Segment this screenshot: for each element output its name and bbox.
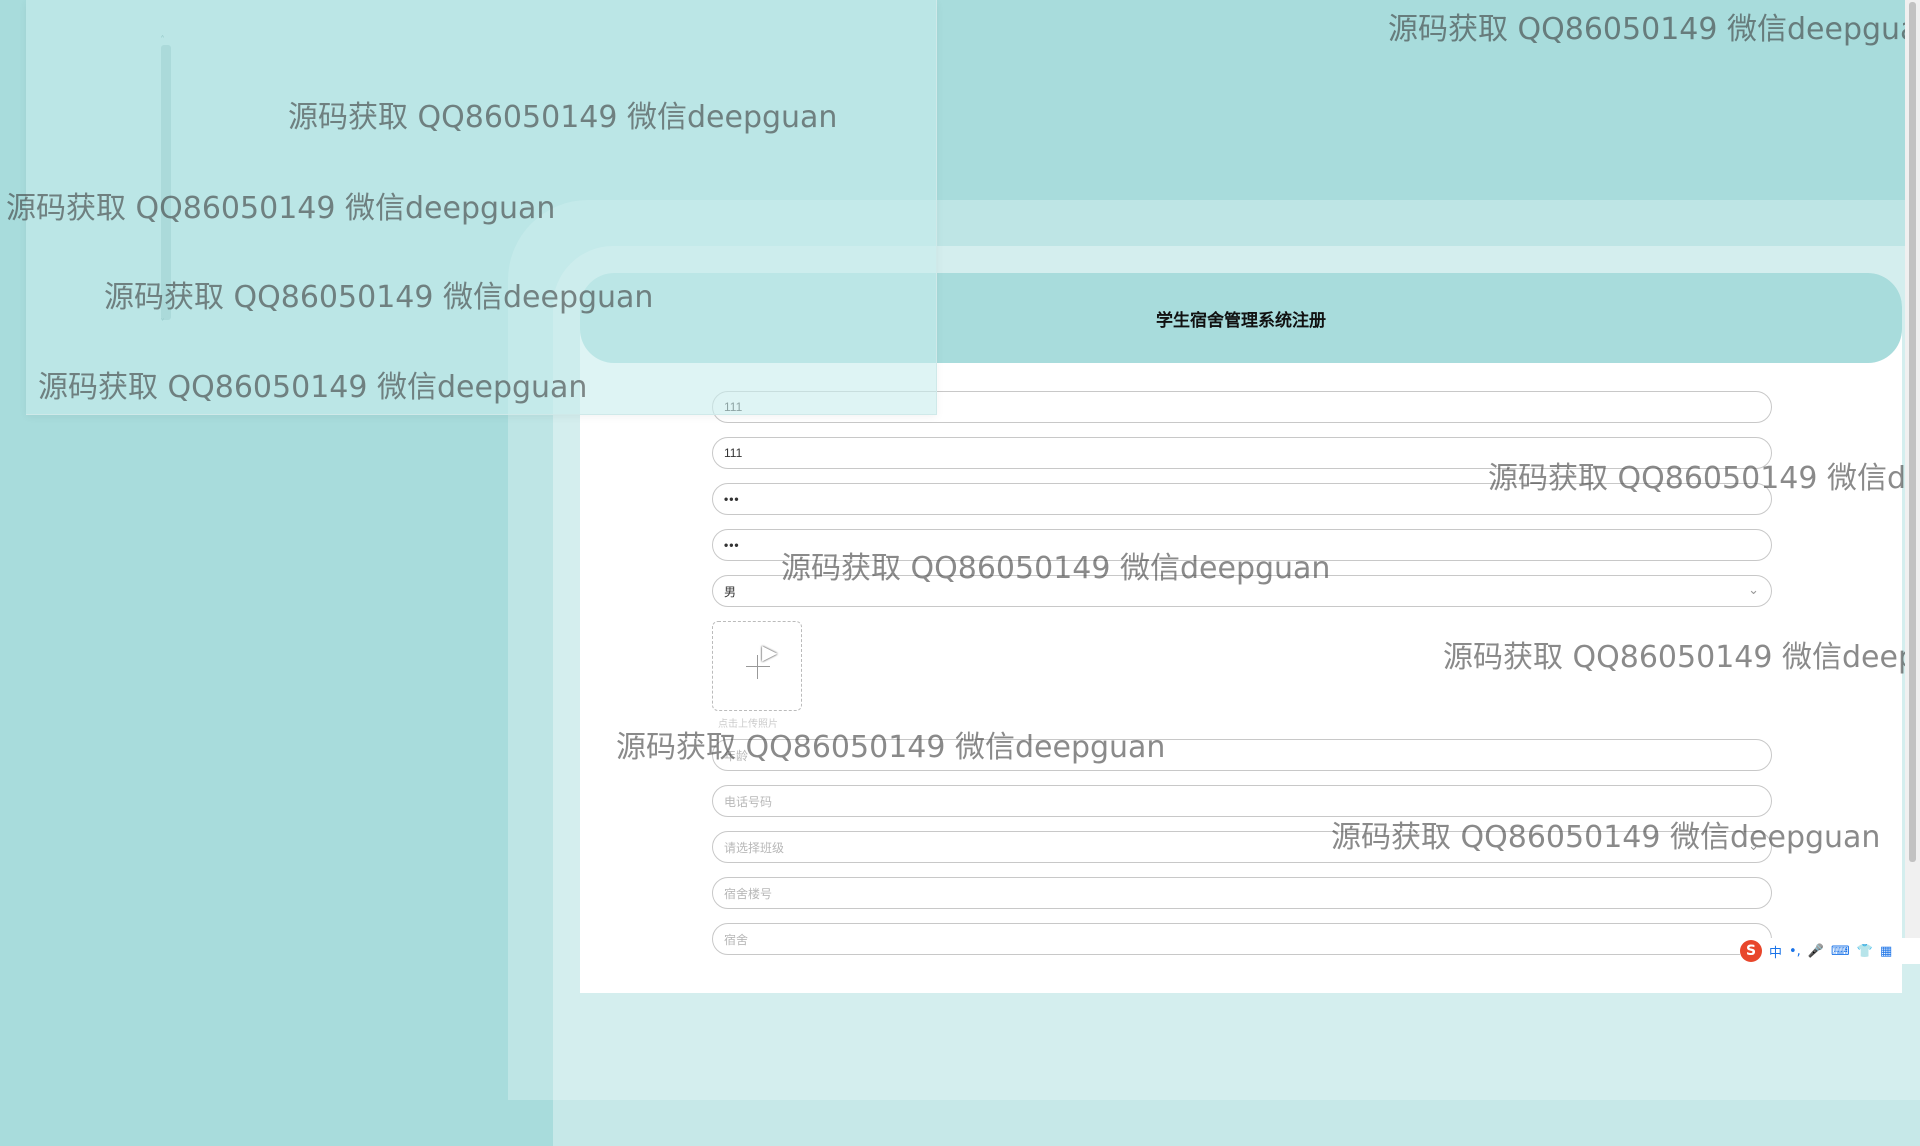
- page-scrollbar-thumb[interactable]: [1909, 2, 1916, 862]
- form-title: 学生宿舍管理系统注册: [1156, 310, 1326, 330]
- shirt-icon[interactable]: 👕: [1857, 944, 1873, 959]
- phone-placeholder: 电话号码: [724, 794, 773, 809]
- popup-scrollbar[interactable]: [161, 45, 171, 320]
- age-input[interactable]: 年龄: [712, 739, 1772, 771]
- grid-icon[interactable]: ▦: [1880, 944, 1892, 959]
- phone-input[interactable]: 电话号码: [712, 785, 1772, 817]
- age-placeholder: 年龄: [724, 748, 749, 763]
- dorm-building-input[interactable]: 宿舍楼号: [712, 877, 1772, 909]
- dorm-input[interactable]: 宿舍: [712, 923, 1772, 955]
- ime-punct[interactable]: •,: [1789, 944, 1801, 959]
- plus-icon: [746, 666, 770, 667]
- photo-upload[interactable]: [712, 621, 802, 711]
- chevron-down-icon: ⌄: [1748, 582, 1759, 597]
- name-value: 111: [724, 446, 743, 460]
- password-value: •••: [724, 492, 740, 506]
- password-input[interactable]: •••: [712, 483, 1772, 515]
- class-select[interactable]: 请选择班级 ⌄: [712, 831, 1772, 863]
- form-fields: 111 111 ••• ••• 男 ⌄ 点击上传照片 年龄 电话号码 请选择班级…: [712, 391, 1772, 969]
- confirm-password-value: •••: [724, 538, 740, 552]
- dorm-placeholder: 宿舍: [724, 932, 749, 947]
- photo-upload-hint: 点击上传照片: [718, 719, 778, 730]
- cursor-icon: ▶: [762, 640, 778, 664]
- name-input[interactable]: 111: [712, 437, 1772, 469]
- sogou-ime-icon[interactable]: S: [1740, 940, 1762, 962]
- gender-select[interactable]: 男 ⌄: [712, 575, 1772, 607]
- scroll-down-icon[interactable]: ˅: [160, 318, 165, 329]
- chevron-down-icon: ⌄: [1748, 838, 1759, 853]
- dorm-building-placeholder: 宿舍楼号: [724, 886, 773, 901]
- class-placeholder: 请选择班级: [724, 840, 785, 855]
- confirm-password-input[interactable]: •••: [712, 529, 1772, 561]
- ime-mode[interactable]: 中: [1769, 942, 1782, 961]
- plus-icon-vertical: [757, 655, 758, 679]
- gender-value: 男: [724, 584, 737, 599]
- ime-toolbar[interactable]: S 中 •, 🎤 ⌨ 👕 ▦: [1740, 938, 1920, 964]
- watermark-1: 源码获取 QQ86050149 微信deepguan: [1388, 12, 1920, 47]
- keyboard-icon[interactable]: ⌨: [1831, 944, 1850, 959]
- dropdown-popup[interactable]: ˄ ˅: [26, 0, 937, 415]
- mic-icon[interactable]: 🎤: [1808, 944, 1824, 959]
